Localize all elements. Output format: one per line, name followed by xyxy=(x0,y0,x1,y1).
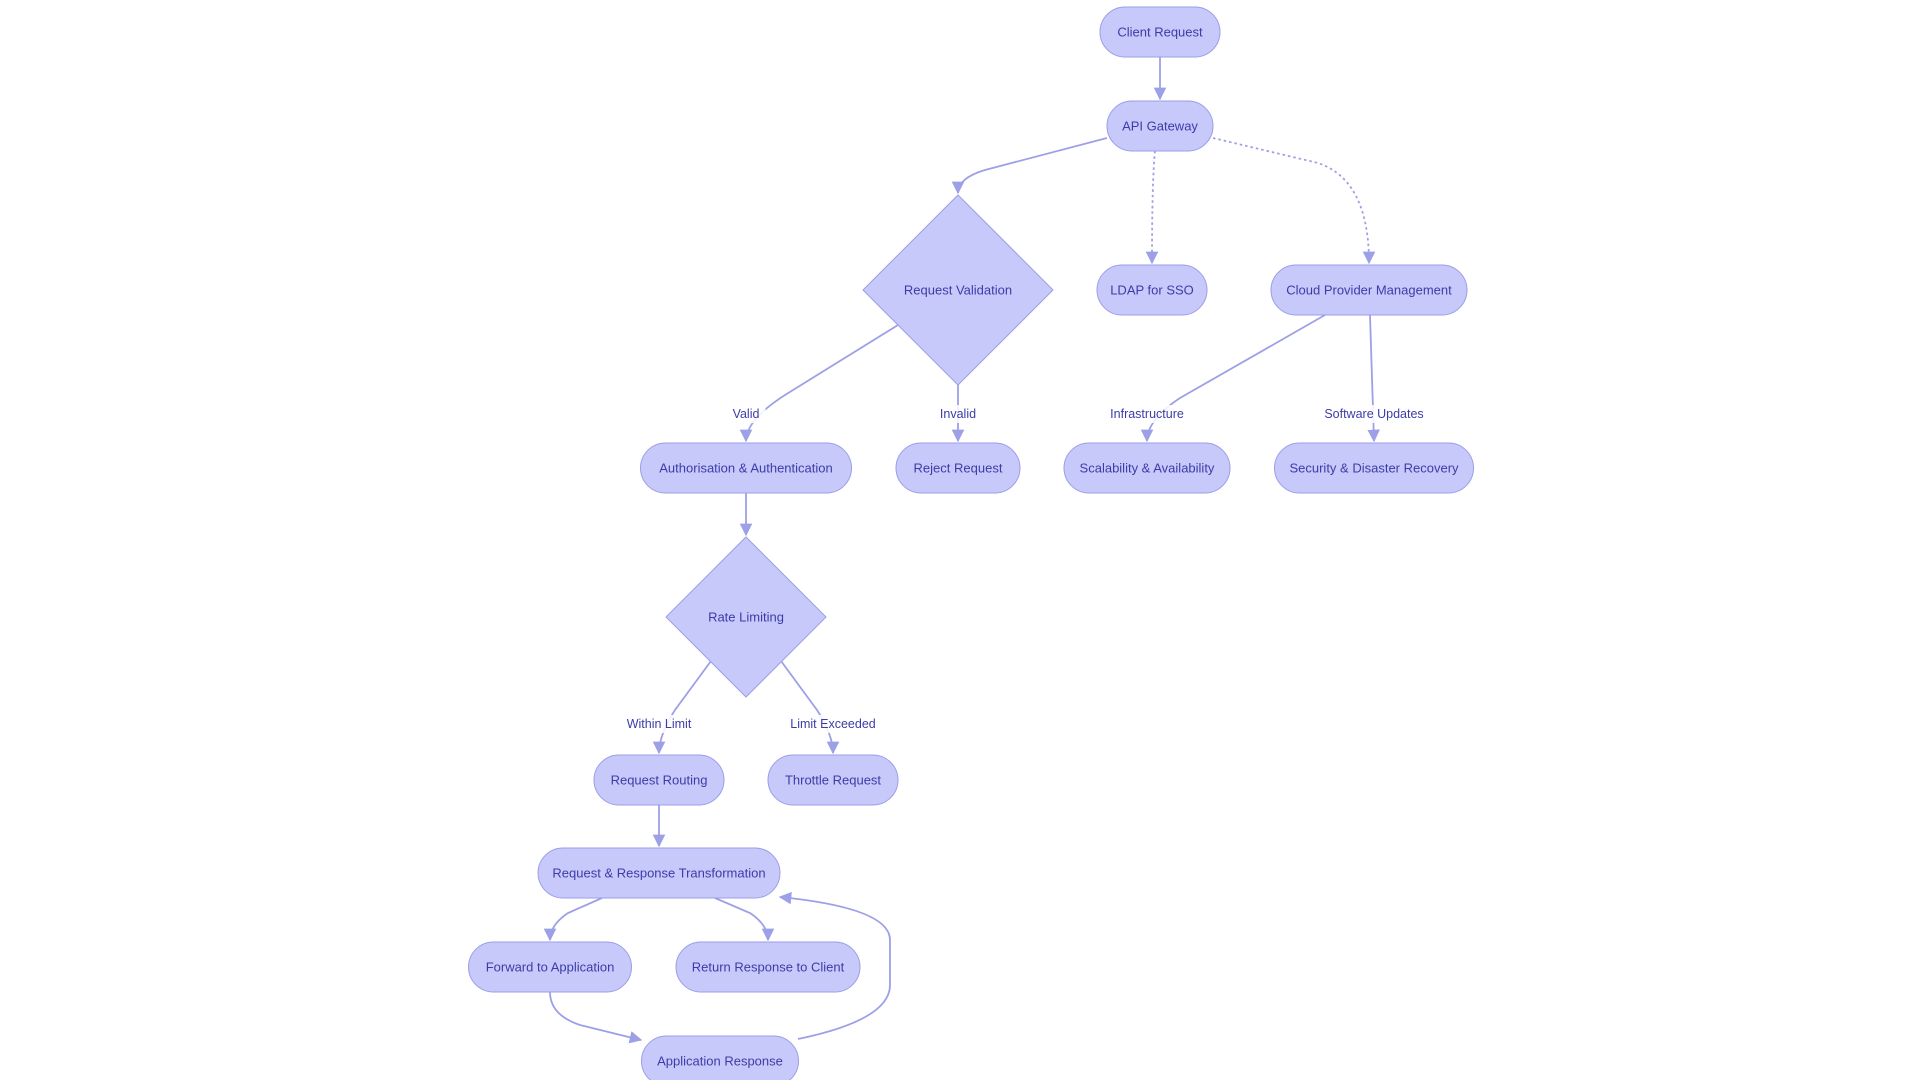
node-label: LDAP for SSO xyxy=(1110,283,1194,298)
node-reject-request[interactable]: Reject Request xyxy=(895,442,1021,494)
edge-label-limit-exceeded: Limit Exceeded xyxy=(790,717,876,731)
node-label: Scalability & Availability xyxy=(1080,461,1215,476)
node-label: Client Request xyxy=(1117,25,1203,40)
node-api-gateway[interactable]: API Gateway xyxy=(1106,100,1214,152)
node-forward-app[interactable]: Forward to Application xyxy=(468,941,632,993)
node-label: Authorisation & Authentication xyxy=(659,461,832,476)
edge-label-valid: Valid xyxy=(733,407,760,421)
edge-label-infrastructure: Infrastructure xyxy=(1110,407,1184,421)
nodes-layer: Client Request API Gateway Request Validat… xyxy=(468,6,1474,1080)
edge-api-gateway-to-request-validation xyxy=(951,137,1108,195)
edge-forward-app-to-app-response xyxy=(549,991,643,1044)
node-label: Throttle Request xyxy=(785,773,881,788)
edge-api-gateway-to-ldap-sso xyxy=(1145,150,1159,265)
edge-api-gateway-to-cloud-provider xyxy=(1212,137,1376,265)
edge-rate-limiting-to-request-routing xyxy=(652,660,712,755)
node-label: Rate Limiting xyxy=(708,610,784,625)
node-label: Reject Request xyxy=(914,461,1003,476)
node-label: Application Response xyxy=(657,1054,783,1069)
node-return-response[interactable]: Return Response to Client xyxy=(675,941,861,993)
edge-label-invalid: Invalid xyxy=(940,407,976,421)
node-label: Return Response to Client xyxy=(692,960,845,975)
flowchart-canvas: Client Request API Gateway Request Validat… xyxy=(468,6,1474,1080)
node-label: API Gateway xyxy=(1122,119,1198,134)
edge-transformation-to-forward-app xyxy=(543,897,603,942)
node-ldap-sso[interactable]: LDAP for SSO xyxy=(1096,264,1208,316)
node-security-dr[interactable]: Security & Disaster Recovery xyxy=(1274,442,1474,494)
node-label: Request & Response Transformation xyxy=(552,866,765,881)
node-client-request[interactable]: Client Request xyxy=(1099,6,1221,58)
node-label: Request Validation xyxy=(904,283,1012,298)
edge-label-within-limit: Within Limit xyxy=(627,717,692,731)
node-request-validation[interactable]: Request Validation xyxy=(862,194,1054,386)
node-auth[interactable]: Authorisation & Authentication xyxy=(640,442,852,494)
node-cloud-provider[interactable]: Cloud Provider Management xyxy=(1270,264,1468,316)
edge-request-validation-to-auth xyxy=(739,324,899,443)
node-transformation[interactable]: Request & Response Transformation xyxy=(537,847,781,899)
edge-transformation-to-return-response xyxy=(714,897,775,942)
edge-label-software-updates: Software Updates xyxy=(1324,407,1423,421)
node-label: Forward to Application xyxy=(486,960,615,975)
node-request-routing[interactable]: Request Routing xyxy=(593,754,725,806)
edge-rate-limiting-to-throttle-request xyxy=(780,660,840,755)
node-throttle-request[interactable]: Throttle Request xyxy=(767,754,899,806)
node-label: Cloud Provider Management xyxy=(1286,283,1452,298)
node-label: Security & Disaster Recovery xyxy=(1289,461,1459,476)
node-rate-limiting[interactable]: Rate Limiting xyxy=(665,536,827,698)
node-label: Request Routing xyxy=(611,773,708,788)
node-scalability[interactable]: Scalability & Availability xyxy=(1063,442,1231,494)
node-app-response[interactable]: Application Response xyxy=(641,1035,799,1080)
